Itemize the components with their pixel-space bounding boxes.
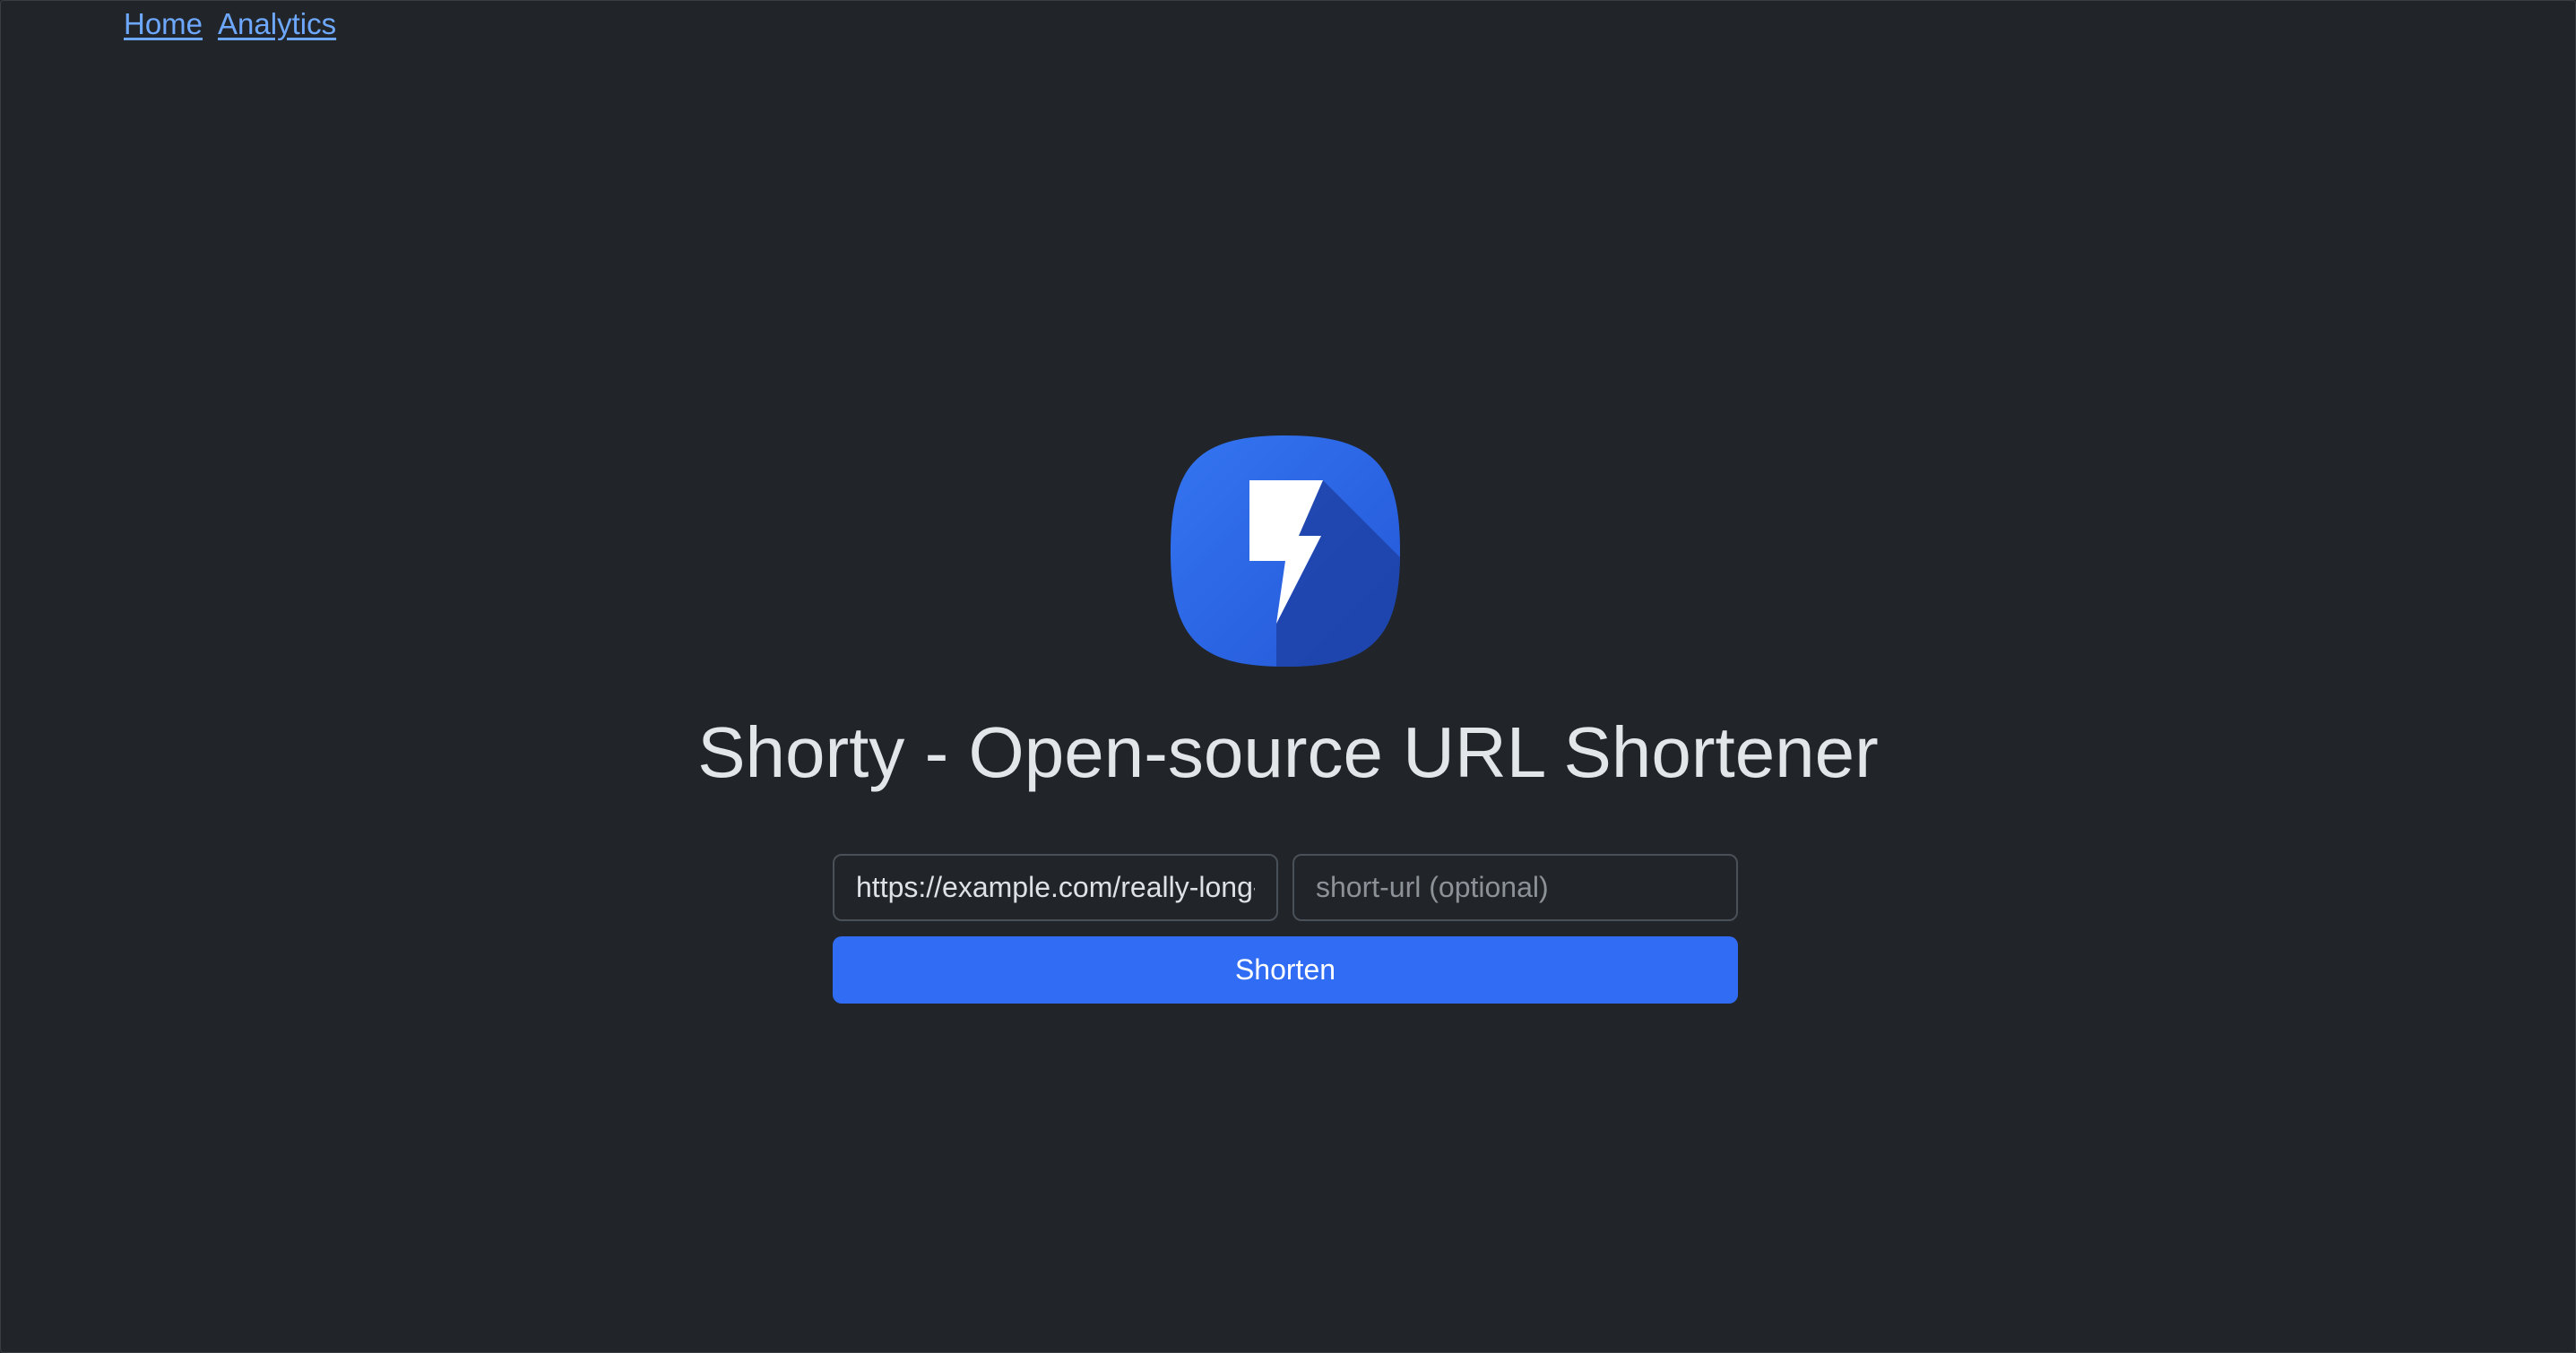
nav-link-analytics[interactable]: Analytics — [218, 5, 336, 43]
shorten-form — [833, 854, 1738, 921]
app-logo — [1171, 435, 1400, 667]
long-url-input[interactable] — [833, 854, 1278, 921]
lightning-bolt-icon — [1171, 435, 1400, 667]
shorten-button[interactable]: Shorten — [833, 936, 1738, 1004]
top-nav: Home Analytics — [124, 5, 336, 43]
page-title: Shorty - Open-source URL Shortener — [697, 712, 1879, 792]
short-url-input[interactable] — [1292, 854, 1738, 921]
nav-link-home[interactable]: Home — [124, 5, 203, 43]
window-frame — [0, 0, 2576, 1353]
